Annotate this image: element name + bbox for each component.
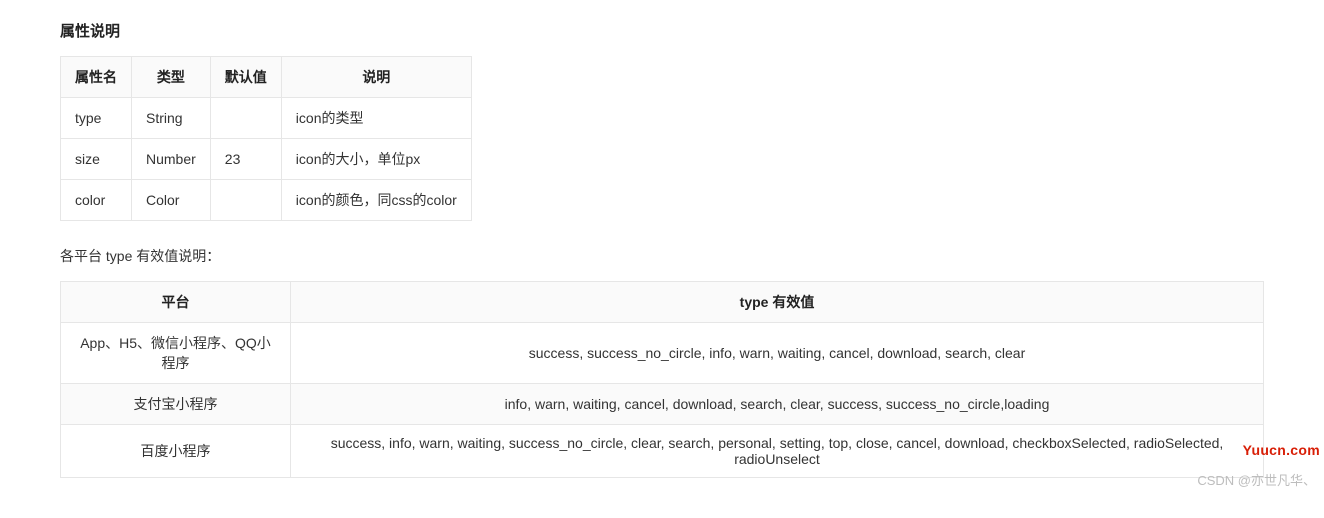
col-header: 说明: [281, 57, 471, 98]
cell-values: info, warn, waiting, cancel, download, s…: [291, 384, 1264, 425]
cell-type: Color: [132, 180, 211, 221]
cell-default: 23: [210, 139, 281, 180]
cell-type: Number: [132, 139, 211, 180]
cell-default: [210, 98, 281, 139]
section-title: 属性说明: [60, 20, 1264, 41]
cell-values: success, success_no_circle, info, warn, …: [291, 323, 1264, 384]
cell-name: type: [61, 98, 132, 139]
table-row: color Color icon的颜色，同css的color: [61, 180, 472, 221]
cell-desc: icon的大小，单位px: [281, 139, 471, 180]
attributes-table: 属性名 类型 默认值 说明 type String icon的类型 size N…: [60, 56, 472, 221]
table-row: 百度小程序 success, info, warn, waiting, succ…: [61, 425, 1264, 478]
cell-platform: 支付宝小程序: [61, 384, 291, 425]
cell-name: color: [61, 180, 132, 221]
cell-values: success, info, warn, waiting, success_no…: [291, 425, 1264, 478]
types-table: 平台 type 有效值 App、H5、微信小程序、QQ小程序 success, …: [60, 281, 1264, 478]
table-header-row: 属性名 类型 默认值 说明: [61, 57, 472, 98]
col-header: 属性名: [61, 57, 132, 98]
cell-type: String: [132, 98, 211, 139]
cell-platform: 百度小程序: [61, 425, 291, 478]
col-header: type 有效值: [291, 282, 1264, 323]
type-note: 各平台 type 有效值说明：: [60, 246, 1264, 266]
table-row: size Number 23 icon的大小，单位px: [61, 139, 472, 180]
table-row: 支付宝小程序 info, warn, waiting, cancel, down…: [61, 384, 1264, 425]
table-row: type String icon的类型: [61, 98, 472, 139]
col-header: 平台: [61, 282, 291, 323]
cell-desc: icon的颜色，同css的color: [281, 180, 471, 221]
col-header: 默认值: [210, 57, 281, 98]
table-row: App、H5、微信小程序、QQ小程序 success, success_no_c…: [61, 323, 1264, 384]
cell-name: size: [61, 139, 132, 180]
table-header-row: 平台 type 有效值: [61, 282, 1264, 323]
col-header: 类型: [132, 57, 211, 98]
cell-default: [210, 180, 281, 221]
cell-desc: icon的类型: [281, 98, 471, 139]
cell-platform: App、H5、微信小程序、QQ小程序: [61, 323, 291, 384]
